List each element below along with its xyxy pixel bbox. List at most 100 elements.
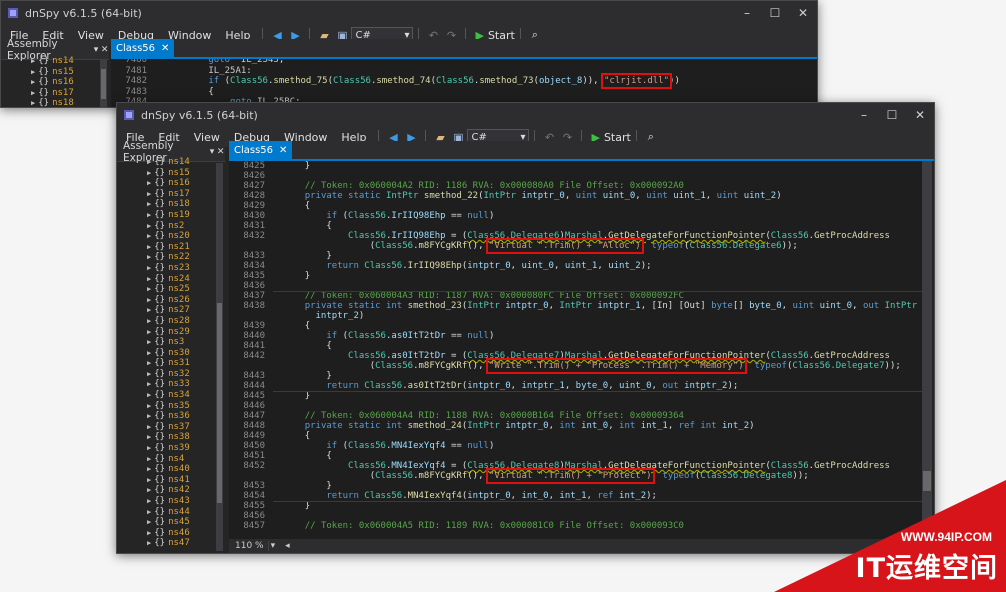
namespace-item[interactable]: ▶{} ns44 — [147, 507, 213, 518]
scrollbar-thumb[interactable] — [217, 303, 222, 503]
namespace-item[interactable]: ▶{} ns21 — [147, 242, 213, 253]
expand-arrow-icon[interactable]: ▶ — [147, 476, 151, 484]
maximize-icon[interactable]: ☐ — [761, 6, 789, 20]
namespace-item[interactable]: ▶{} ns38 — [147, 432, 213, 443]
namespace-item[interactable]: ▶{} ns36 — [147, 411, 213, 422]
namespace-item[interactable]: ▶{} ns42 — [147, 485, 213, 496]
expand-arrow-icon[interactable]: ▶ — [147, 455, 151, 463]
namespace-item[interactable]: ▶{} ns31 — [147, 358, 213, 369]
close-icon[interactable]: ✕ — [161, 43, 169, 54]
namespace-item[interactable]: ▶{} ns16 — [31, 77, 97, 88]
zoom-level[interactable]: 110 % — [231, 541, 269, 551]
namespace-item[interactable]: ▶{} ns14 — [31, 56, 97, 67]
maximize-icon[interactable]: ☐ — [878, 108, 906, 122]
expand-arrow-icon[interactable]: ▶ — [147, 285, 151, 293]
namespace-item[interactable]: ▶{} ns18 — [31, 98, 97, 107]
expand-arrow-icon[interactable]: ▶ — [147, 518, 151, 526]
expand-arrow-icon[interactable]: ▶ — [147, 497, 151, 505]
close-icon[interactable]: ✕ — [216, 147, 225, 157]
chevron-down-icon[interactable]: ▾ — [92, 45, 101, 55]
namespace-item[interactable]: ▶{} ns19 — [147, 210, 213, 221]
scrollbar-thumb[interactable] — [101, 69, 106, 99]
namespace-item[interactable]: ▶{} ns15 — [31, 67, 97, 78]
expand-arrow-icon[interactable]: ▶ — [147, 402, 151, 410]
expand-arrow-icon[interactable]: ▶ — [147, 370, 151, 378]
back-tree-scrollbar[interactable] — [100, 59, 107, 107]
namespace-item[interactable]: ▶{} ns22 — [147, 252, 213, 263]
namespace-item[interactable]: ▶{} ns30 — [147, 348, 213, 359]
minimize-icon[interactable]: – — [733, 6, 761, 20]
namespace-item[interactable]: ▶{} ns32 — [147, 369, 213, 380]
namespace-item[interactable]: ▶{} ns40 — [147, 464, 213, 475]
expand-arrow-icon[interactable]: ▶ — [147, 444, 151, 452]
namespace-item[interactable]: ▶{} ns43 — [147, 496, 213, 507]
expand-arrow-icon[interactable]: ▶ — [147, 275, 151, 283]
namespace-item[interactable]: ▶{} ns24 — [147, 274, 213, 285]
namespace-item[interactable]: ▶{} ns17 — [147, 189, 213, 200]
namespace-item[interactable]: ▶{} ns45 — [147, 517, 213, 528]
namespace-item[interactable]: ▶{} ns28 — [147, 316, 213, 327]
expand-arrow-icon[interactable]: ▶ — [147, 264, 151, 272]
expand-arrow-icon[interactable]: ▶ — [147, 380, 151, 388]
namespace-item[interactable]: ▶{} ns33 — [147, 379, 213, 390]
expand-arrow-icon[interactable]: ▶ — [147, 211, 151, 219]
expand-arrow-icon[interactable]: ▶ — [147, 508, 151, 516]
expand-arrow-icon[interactable]: ▶ — [31, 78, 35, 86]
expand-arrow-icon[interactable]: ▶ — [147, 317, 151, 325]
minimize-icon[interactable]: – — [850, 108, 878, 122]
expand-arrow-icon[interactable]: ▶ — [147, 296, 151, 304]
expand-arrow-icon[interactable]: ▶ — [147, 412, 151, 420]
expand-arrow-icon[interactable]: ▶ — [147, 306, 151, 314]
namespace-item[interactable]: ▶{} ns23 — [147, 263, 213, 274]
expand-arrow-icon[interactable]: ▶ — [147, 222, 151, 230]
expand-arrow-icon[interactable]: ▶ — [147, 253, 151, 261]
namespace-item[interactable]: ▶{} ns15 — [147, 168, 213, 179]
namespace-item[interactable]: ▶{} ns39 — [147, 443, 213, 454]
expand-arrow-icon[interactable]: ▶ — [147, 423, 151, 431]
expand-arrow-icon[interactable]: ▶ — [147, 433, 151, 441]
close-icon[interactable]: ✕ — [906, 108, 934, 122]
expand-arrow-icon[interactable]: ▶ — [147, 391, 151, 399]
namespace-item[interactable]: ▶{} ns29 — [147, 327, 213, 338]
expand-arrow-icon[interactable]: ▶ — [147, 243, 151, 251]
namespace-item[interactable]: ▶{} ns2 — [147, 221, 213, 232]
expand-arrow-icon[interactable]: ▶ — [147, 158, 151, 166]
expand-arrow-icon[interactable]: ▶ — [147, 169, 151, 177]
expand-arrow-icon[interactable]: ▶ — [147, 349, 151, 357]
expand-arrow-icon[interactable]: ▶ — [147, 328, 151, 336]
expand-arrow-icon[interactable]: ▶ — [147, 190, 151, 198]
namespace-item[interactable]: ▶{} ns41 — [147, 475, 213, 486]
back-code-editor[interactable]: 7480 goto IL_2543; 7481 IL_25A1: 7482 if (… — [111, 59, 817, 107]
chevron-down-icon[interactable]: ▾ — [271, 541, 276, 551]
expand-arrow-icon[interactable]: ▶ — [31, 68, 35, 76]
namespace-item[interactable]: ▶{} ns25 — [147, 284, 213, 295]
expand-arrow-icon[interactable]: ▶ — [147, 232, 151, 240]
expand-arrow-icon[interactable]: ▶ — [147, 338, 151, 346]
expand-arrow-icon[interactable]: ▶ — [31, 99, 35, 107]
chevron-down-icon[interactable]: ▾ — [208, 147, 217, 157]
tab-class56[interactable]: Class56 ✕ — [111, 39, 175, 57]
expand-arrow-icon[interactable]: ▶ — [31, 89, 35, 97]
namespace-item[interactable]: ▶{} ns35 — [147, 401, 213, 412]
namespace-item[interactable]: ▶{} ns3 — [147, 337, 213, 348]
expand-arrow-icon[interactable]: ▶ — [147, 529, 151, 537]
tab-class56[interactable]: Class56 ✕ — [229, 141, 293, 159]
close-icon[interactable]: ✕ — [279, 145, 287, 156]
expand-arrow-icon[interactable]: ▶ — [31, 57, 35, 65]
namespace-item[interactable]: ▶{} ns47 — [147, 538, 213, 549]
expand-arrow-icon[interactable]: ▶ — [147, 359, 151, 367]
namespace-item[interactable]: ▶{} ns14 — [147, 157, 213, 168]
expand-arrow-icon[interactable]: ▶ — [147, 179, 151, 187]
scroll-left-icon[interactable]: ◂ — [285, 541, 290, 551]
namespace-item[interactable]: ▶{} ns18 — [147, 199, 213, 210]
close-icon[interactable]: ✕ — [100, 45, 109, 55]
expand-arrow-icon[interactable]: ▶ — [147, 539, 151, 547]
namespace-item[interactable]: ▶{} ns27 — [147, 305, 213, 316]
namespace-item[interactable]: ▶{} ns34 — [147, 390, 213, 401]
close-icon[interactable]: ✕ — [789, 6, 817, 20]
namespace-item[interactable]: ▶{} ns16 — [147, 178, 213, 189]
namespace-item[interactable]: ▶{} ns17 — [31, 88, 97, 99]
namespace-item[interactable]: ▶{} ns26 — [147, 295, 213, 306]
namespace-item[interactable]: ▶{} ns46 — [147, 528, 213, 539]
namespace-item[interactable]: ▶{} ns4 — [147, 454, 213, 465]
